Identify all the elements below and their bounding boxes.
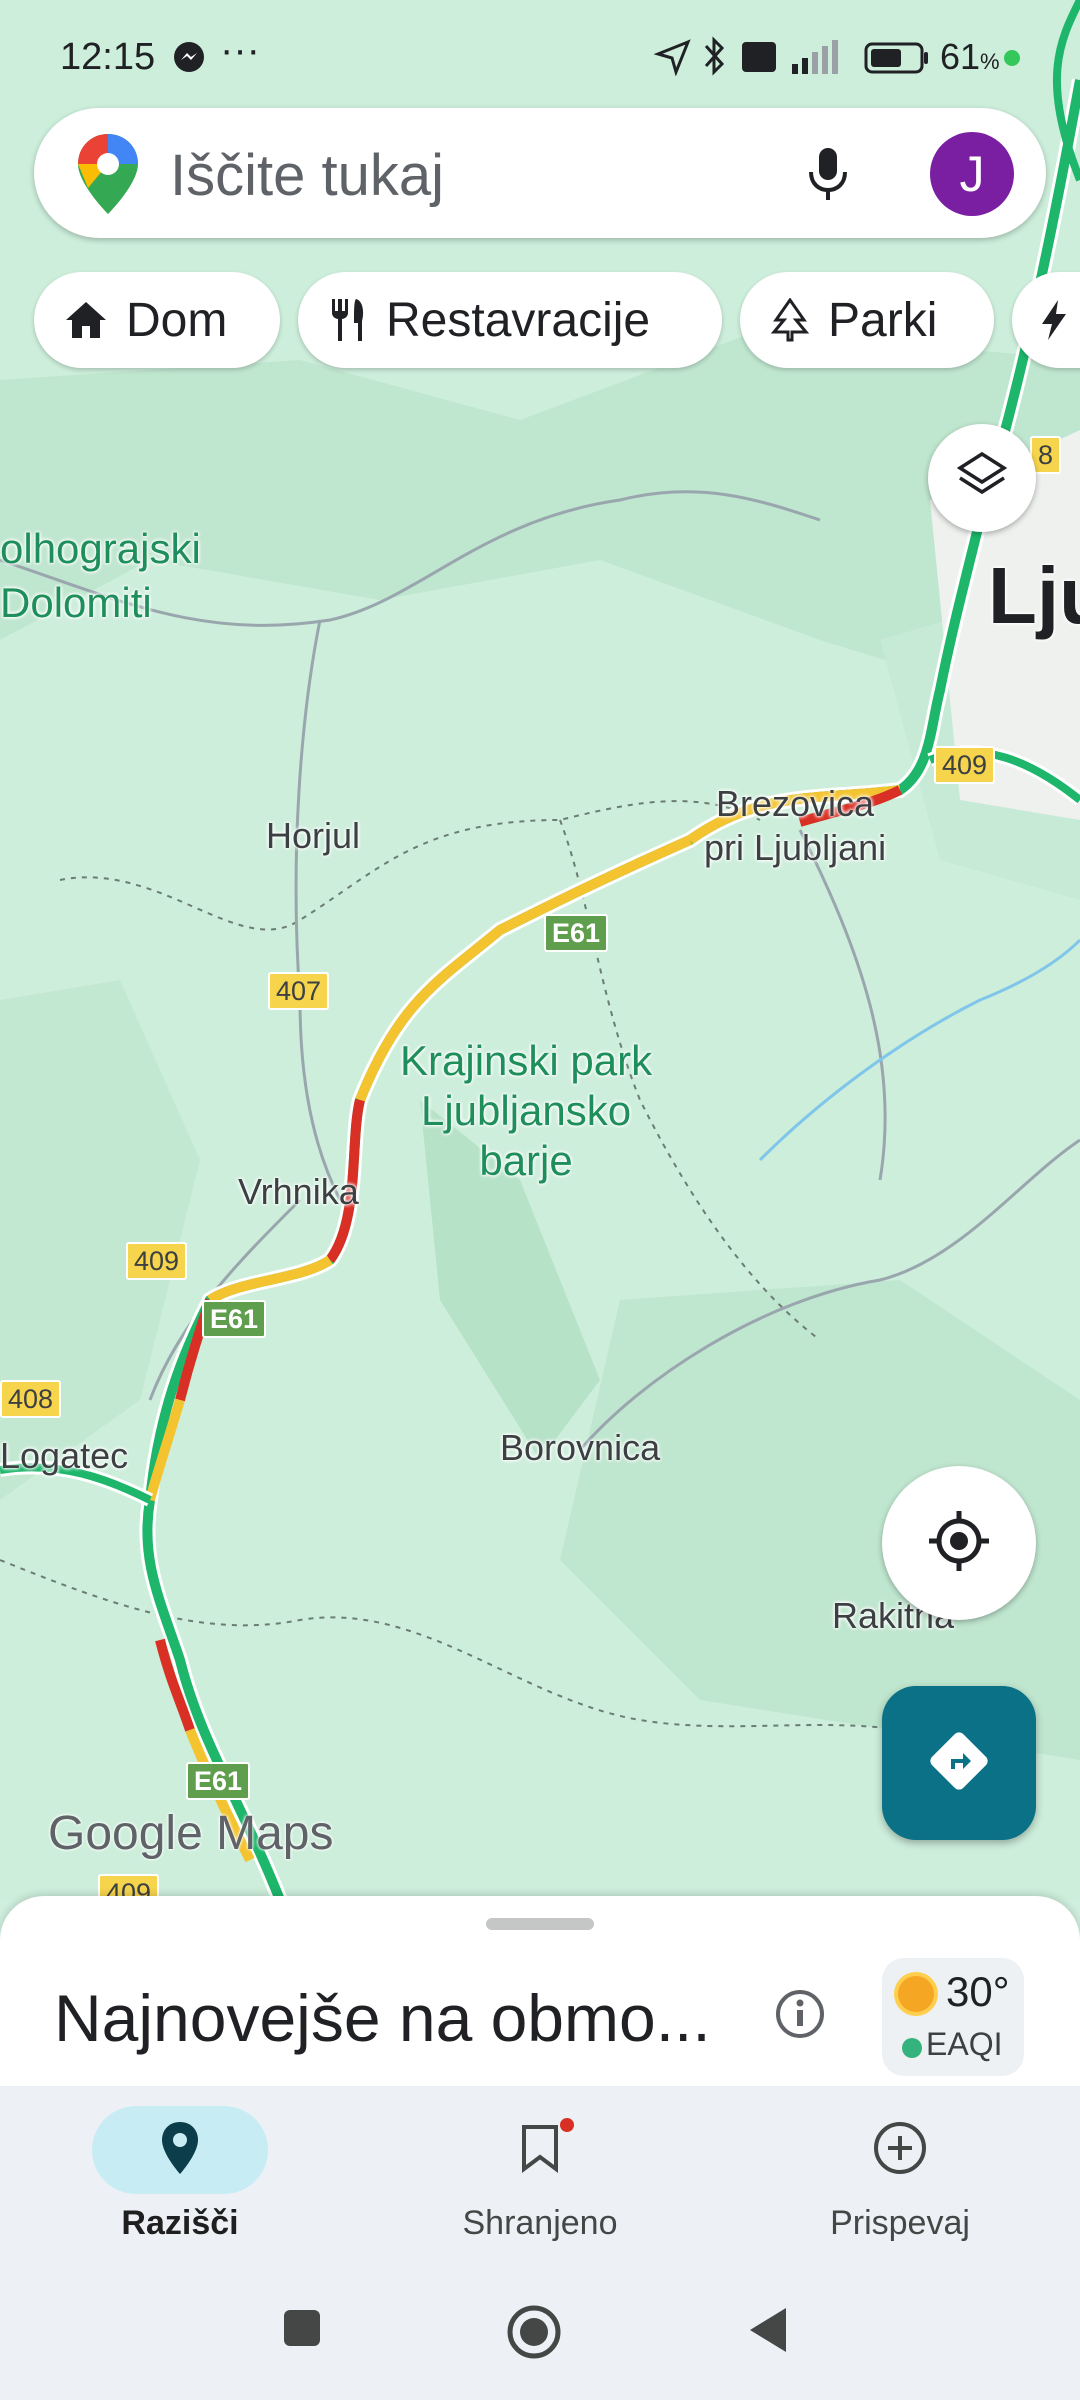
nav-contribute-label: Prispevaj	[830, 2204, 970, 2242]
nav-contribute[interactable]: Prispevaj	[780, 2106, 1020, 2243]
air-quality-label: EAQI	[926, 2026, 1003, 2062]
bolt-icon	[1040, 298, 1068, 342]
bottom-sheet[interactable]: Najnovejše na obmo... 30° EAQI	[0, 1896, 1080, 2086]
label-ljubljana: Lju	[988, 551, 1080, 640]
bluetooth-icon	[702, 36, 728, 81]
label-brezovica: Brezovica pri Ljubljani	[704, 783, 887, 868]
chip-home[interactable]: Dom	[34, 272, 280, 368]
my-location-button[interactable]	[882, 1466, 1036, 1620]
label-vrhnika: Vrhnika	[238, 1171, 359, 1212]
signal-icon	[786, 36, 846, 81]
nav-explore[interactable]: Razišči	[60, 2106, 300, 2243]
search-input[interactable]: Iščite tukaj	[170, 142, 444, 209]
directions-icon	[927, 1729, 991, 1798]
explore-pin-icon	[160, 2120, 200, 2181]
more-notifications-icon: ···	[220, 28, 260, 72]
chip-restaurants-label: Restavracije	[386, 293, 651, 347]
messenger-icon	[172, 40, 206, 79]
chip-restaurants[interactable]: Restavracije	[298, 272, 722, 368]
account-avatar[interactable]: J	[930, 132, 1014, 216]
air-quality-dot	[902, 2038, 922, 2058]
home-button[interactable]	[506, 2304, 562, 2365]
sheet-drag-handle[interactable]	[486, 1918, 594, 1930]
back-button[interactable]	[746, 2306, 790, 2359]
search-bar[interactable]: Iščite tukaj J	[34, 108, 1046, 238]
label-horjul: Horjul	[266, 815, 361, 856]
nav-saved-label: Shranjeno	[462, 2204, 618, 2242]
restaurant-icon	[328, 297, 368, 343]
charging-dot	[1004, 50, 1020, 66]
layers-icon	[956, 450, 1008, 507]
nav-saved[interactable]: Shranjeno	[420, 2106, 660, 2243]
park-icon	[770, 298, 810, 342]
status-bar: 12:15 ··· 61%	[0, 0, 1080, 110]
road-shield-407: 407	[268, 972, 330, 1010]
google-maps-pin-icon	[76, 132, 140, 221]
nav-saved-indicator	[452, 2106, 628, 2194]
nav-explore-indicator	[92, 2106, 268, 2194]
chip-parks-label: Parki	[828, 293, 938, 347]
battery-percent: 61%	[940, 36, 1000, 77]
directions-button[interactable]	[882, 1686, 1036, 1840]
road-shield-409: 409	[126, 1242, 188, 1280]
label-dolomiti: olhograjski Dolomiti	[0, 525, 201, 626]
road-shield-409: 409	[934, 746, 996, 784]
battery-icon	[864, 42, 930, 79]
road-shield-e61: E61	[202, 1300, 267, 1338]
sunny-icon	[898, 1976, 934, 2012]
road-shield-408: 408	[0, 1380, 62, 1418]
bottom-navigation: Razišči Shranjeno Prispevaj	[0, 2086, 1080, 2286]
recents-button[interactable]	[282, 2308, 322, 2353]
temperature: 30°	[946, 1968, 1010, 2015]
chip-home-label: Dom	[126, 293, 228, 347]
google-maps-logo: Google Maps	[48, 1807, 334, 1860]
add-circle-icon	[872, 2120, 928, 2181]
info-icon[interactable]	[774, 1988, 826, 2045]
status-time: 12:15	[60, 36, 156, 78]
road-shield-e61: E61	[186, 1762, 251, 1800]
label-borovnica: Borovnica	[500, 1427, 661, 1468]
road-shield-e61: E61	[544, 914, 609, 952]
chip-parks[interactable]: Parki	[740, 272, 994, 368]
location-arrow-icon	[653, 38, 692, 81]
home-icon	[64, 300, 108, 340]
volte-icon	[742, 42, 776, 72]
weather-widget[interactable]: 30° EAQI	[882, 1958, 1024, 2076]
system-navigation-bar	[0, 2286, 1080, 2400]
sheet-title[interactable]: Najnovejše na obmo...	[54, 1980, 711, 2056]
crosshair-icon	[927, 1509, 991, 1578]
microphone-icon[interactable]	[806, 146, 850, 207]
notification-dot	[560, 2118, 574, 2132]
layers-button[interactable]	[928, 424, 1036, 532]
label-park: Krajinski park Ljubljansko barje	[400, 1037, 653, 1184]
label-logatec: Logatec	[0, 1435, 129, 1476]
nav-explore-label: Razišči	[121, 2204, 239, 2242]
nav-contribute-indicator	[812, 2106, 988, 2194]
bookmark-icon	[520, 2123, 560, 2178]
